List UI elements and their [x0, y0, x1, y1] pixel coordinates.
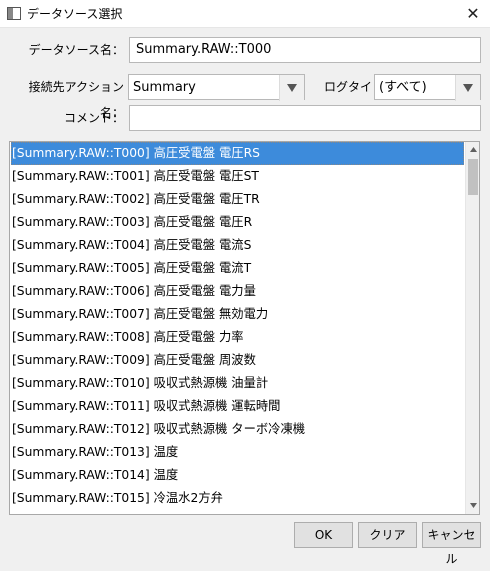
datasource-input[interactable]: Summary.RAW::T000 [129, 37, 481, 63]
chevron-down-icon[interactable] [279, 75, 304, 101]
ok-button[interactable]: OK [294, 522, 353, 548]
list-item[interactable]: [Summary.RAW::T006] 高圧受電盤 電力量 [11, 280, 464, 303]
scrollbar-thumb[interactable] [468, 159, 478, 195]
list-item[interactable]: [Summary.RAW::T013] 温度 [11, 441, 464, 464]
scroll-down-icon[interactable] [466, 498, 479, 514]
close-icon: ✕ [466, 4, 480, 23]
window-title: データソース選択 [27, 7, 123, 21]
logtype-select[interactable]: (すべて) [374, 74, 481, 101]
comment-label: コメント： [63, 111, 124, 125]
window-icon [7, 7, 21, 20]
action-select[interactable]: Summary [128, 74, 305, 101]
logtype-select-value: (すべて) [379, 80, 427, 95]
list-item[interactable]: [Summary.RAW::T007] 高圧受電盤 無効電力 [11, 303, 464, 326]
list-item[interactable]: [Summary.RAW::T014] 温度 [11, 464, 464, 487]
list-item[interactable]: [Summary.RAW::T001] 高圧受電盤 電圧ST [11, 165, 464, 188]
datasource-label: データソース名： [28, 43, 124, 57]
list-item[interactable]: [Summary.RAW::T000] 高圧受電盤 電圧RS [11, 142, 464, 165]
list-item[interactable]: [Summary.RAW::T012] 吸収式熱源機 ターボ冷凍機 [11, 418, 464, 441]
list-item[interactable]: [Summary.RAW::T009] 高圧受電盤 周波数 [11, 349, 464, 372]
list-item[interactable]: [Summary.RAW::T015] 冷温水2方弁 [11, 487, 464, 510]
close-button[interactable]: ✕ [456, 0, 490, 28]
clear-button[interactable]: クリア [358, 522, 417, 548]
action-select-value: Summary [133, 80, 196, 95]
cancel-button[interactable]: キャンセル [422, 522, 481, 566]
title-bar: データソース選択 ✕ [0, 0, 490, 28]
vertical-scrollbar[interactable] [465, 142, 479, 514]
list-item[interactable]: [Summary.RAW::T011] 吸収式熱源機 運転時間 [11, 395, 464, 418]
list-item[interactable]: [Summary.RAW::T003] 高圧受電盤 電圧R [11, 211, 464, 234]
list-item[interactable]: [Summary.RAW::T005] 高圧受電盤 電流T [11, 257, 464, 280]
scroll-up-icon[interactable] [466, 142, 479, 158]
list-item[interactable]: [Summary.RAW::T002] 高圧受電盤 電圧TR [11, 188, 464, 211]
datasource-list[interactable]: [Summary.RAW::T000] 高圧受電盤 電圧RS [Summary.… [9, 141, 480, 515]
list-item[interactable]: [Summary.RAW::T004] 高圧受電盤 電流S [11, 234, 464, 257]
list-item[interactable]: [Summary.RAW::T008] 高圧受電盤 力率 [11, 326, 464, 349]
chevron-down-icon[interactable] [455, 75, 480, 101]
list-item[interactable]: [Summary.RAW::T010] 吸収式熱源機 油量計 [11, 372, 464, 395]
comment-input[interactable] [129, 105, 481, 131]
